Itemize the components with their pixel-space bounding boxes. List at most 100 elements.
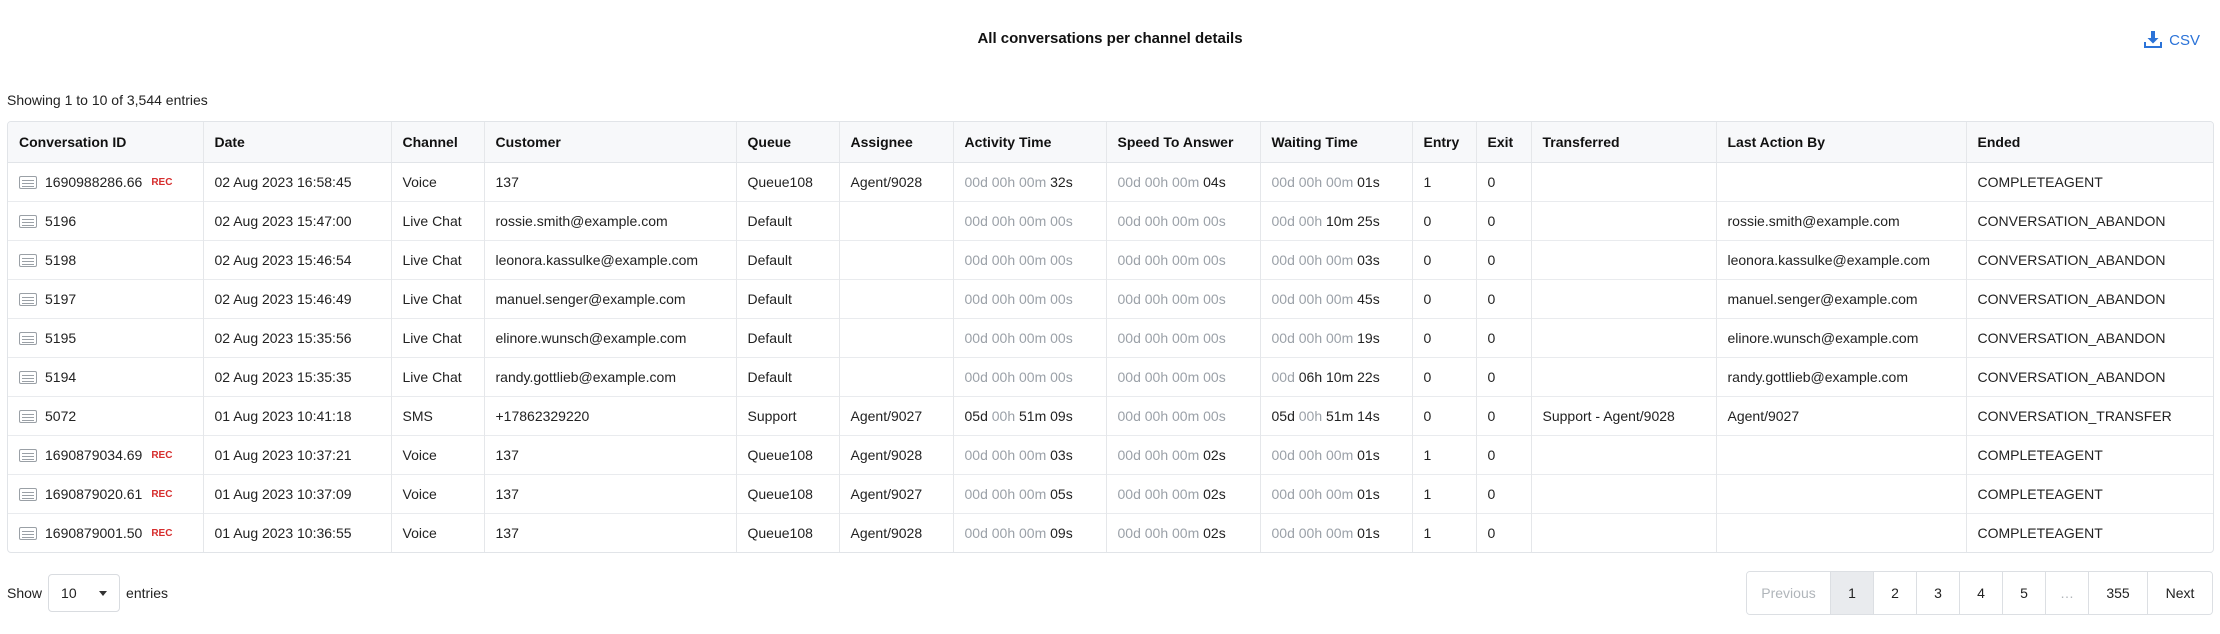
table-row[interactable]: 5197 02 Aug 2023 15:46:49 Live Chat manuel.…: [8, 279, 2213, 319]
duration-zero-part: 00d 00h 00m 00s: [964, 213, 1073, 229]
cell-waiting-time: 00d 00h 00m 01s: [1260, 474, 1413, 514]
cell-queue: Default: [736, 201, 840, 241]
duration-zero-part: 00d 00h 00m: [1271, 291, 1358, 307]
column-header[interactable]: Channel: [391, 122, 485, 163]
transcript-icon[interactable]: [19, 448, 37, 462]
table-row[interactable]: 5195 02 Aug 2023 15:35:56 Live Chat elinore…: [8, 318, 2213, 358]
conversation-id-text: 1690988286.66: [45, 174, 143, 190]
duration-value-part: 02s: [1203, 525, 1226, 541]
transcript-icon[interactable]: [19, 214, 37, 228]
table-row[interactable]: 5194 02 Aug 2023 15:35:35 Live Chat randy.g…: [8, 357, 2213, 397]
column-header[interactable]: Conversation ID: [8, 122, 204, 163]
column-header[interactable]: Speed To Answer: [1106, 122, 1261, 163]
column-header[interactable]: Assignee: [839, 122, 954, 163]
column-header[interactable]: Transferred: [1531, 122, 1717, 163]
transcript-icon[interactable]: [19, 175, 37, 189]
column-header[interactable]: Entry: [1412, 122, 1477, 163]
cell-exit: 0: [1476, 201, 1532, 241]
cell-conversation-id: 1690879020.61 REC: [8, 474, 204, 514]
column-header[interactable]: Exit: [1476, 122, 1532, 163]
duration-value-part: 03s: [1050, 447, 1073, 463]
next-button[interactable]: Next: [2148, 572, 2212, 614]
transcript-icon[interactable]: [19, 409, 37, 423]
table-row[interactable]: 1690879020.61 REC 01 Aug 2023 10:37:09 Voic…: [8, 474, 2213, 514]
page-button[interactable]: 355: [2089, 572, 2148, 614]
cell-entry: 0: [1412, 318, 1477, 358]
cell-date: 02 Aug 2023 15:46:54: [203, 240, 392, 280]
recording-badge[interactable]: REC: [151, 489, 172, 500]
page-button[interactable]: 2: [1874, 572, 1917, 614]
duration-value: 00d 00h 00m 00s: [1118, 408, 1226, 424]
cell-ended: CONVERSATION_ABANDON: [1966, 279, 2213, 319]
cell-last-action-by: rossie.smith@example.com: [1716, 201, 1967, 241]
recording-badge[interactable]: REC: [151, 450, 172, 461]
duration-value: 00d 00h 00m 09s: [965, 525, 1073, 541]
transcript-icon[interactable]: [19, 487, 37, 501]
cell-activity-time: 00d 00h 00m 03s: [953, 435, 1107, 475]
cell-transferred: Support - Agent/9028: [1531, 396, 1717, 436]
cell-waiting-time: 00d 00h 00m 19s: [1260, 318, 1413, 358]
duration-value: 05d 00h 51m 14s: [1272, 408, 1380, 424]
cell-exit: 0: [1476, 318, 1532, 358]
column-header[interactable]: Last Action By: [1716, 122, 1967, 163]
page-size-value: 10: [61, 585, 77, 601]
duration-zero-part: 00d 00h 00m 00s: [964, 252, 1073, 268]
cell-conversation-id: 1690879034.69 REC: [8, 435, 204, 475]
column-header[interactable]: Date: [203, 122, 392, 163]
cell-transferred: [1531, 279, 1717, 319]
table-row[interactable]: 1690879034.69 REC 01 Aug 2023 10:37:21 Voic…: [8, 435, 2213, 475]
cell-queue: Queue108: [736, 435, 840, 475]
transcript-icon[interactable]: [19, 292, 37, 306]
recording-badge[interactable]: REC: [151, 177, 172, 188]
cell-exit: 0: [1476, 357, 1532, 397]
cell-entry: 1: [1412, 474, 1477, 514]
column-header[interactable]: Waiting Time: [1260, 122, 1413, 163]
duration-value: 00d 00h 00m 02s: [1118, 486, 1226, 502]
column-header[interactable]: Activity Time: [953, 122, 1107, 163]
conversation-id-text: 5198: [45, 252, 77, 268]
transcript-icon[interactable]: [19, 370, 37, 384]
table-row[interactable]: 1690879001.50 REC 01 Aug 2023 10:36:55 Voic…: [8, 513, 2213, 552]
transcript-icon[interactable]: [19, 331, 37, 345]
cell-customer: +17862329220: [484, 396, 737, 436]
cell-exit: 0: [1476, 396, 1532, 436]
cell-transferred: [1531, 474, 1717, 514]
cell-entry: 0: [1412, 396, 1477, 436]
page-size-select[interactable]: 10: [48, 574, 121, 612]
duration-value-part: 02s: [1203, 486, 1226, 502]
column-header[interactable]: Ended: [1966, 122, 2213, 163]
transcript-icon[interactable]: [19, 253, 37, 267]
csv-download-button[interactable]: CSV: [2143, 30, 2200, 50]
cell-activity-time: 00d 00h 00m 09s: [953, 513, 1107, 552]
table-row[interactable]: 5072 01 Aug 2023 10:41:18 SMS +17862329220 S…: [8, 396, 2213, 436]
cell-channel: Voice: [391, 435, 485, 475]
table-row[interactable]: 5198 02 Aug 2023 15:46:54 Live Chat leonora…: [8, 240, 2213, 280]
conversation-id: 5195: [19, 330, 192, 346]
column-header[interactable]: Customer: [484, 122, 737, 163]
page-button[interactable]: 1: [1831, 572, 1874, 614]
cell-conversation-id: 5198: [8, 240, 204, 280]
duration-zero-part: 00d 00h: [1271, 213, 1326, 229]
page-button[interactable]: 5: [2003, 572, 2046, 614]
cell-assignee: Agent/9028: [839, 513, 954, 552]
conversation-id-text: 1690879001.50: [45, 525, 143, 541]
cell-activity-time: 00d 00h 00m 00s: [953, 318, 1107, 358]
column-header[interactable]: Queue: [736, 122, 840, 163]
duration-zero-part: 00d 00h 00m: [1271, 174, 1358, 190]
cell-waiting-time: 05d 00h 51m 14s: [1260, 396, 1413, 436]
table-row[interactable]: 1690988286.66 REC 02 Aug 2023 16:58:45 Voic…: [8, 162, 2213, 202]
duration-value: 00d 00h 00m 00s: [965, 252, 1073, 268]
transcript-icon[interactable]: [19, 526, 37, 540]
recording-badge[interactable]: REC: [151, 528, 172, 539]
cell-customer: rossie.smith@example.com: [484, 201, 737, 241]
cell-queue: Default: [736, 240, 840, 280]
cell-assignee: Agent/9028: [839, 162, 954, 202]
page-button[interactable]: 3: [1917, 572, 1960, 614]
cell-conversation-id: 1690879001.50 REC: [8, 513, 204, 552]
table-row[interactable]: 5196 02 Aug 2023 15:47:00 Live Chat rossie.…: [8, 201, 2213, 241]
duration-value-part: 51m 09s: [1019, 408, 1073, 424]
cell-queue: Default: [736, 318, 840, 358]
cell-speed-to-answer: 00d 00h 00m 02s: [1106, 474, 1261, 514]
page-button[interactable]: 4: [1960, 572, 2003, 614]
cell-entry: 0: [1412, 240, 1477, 280]
